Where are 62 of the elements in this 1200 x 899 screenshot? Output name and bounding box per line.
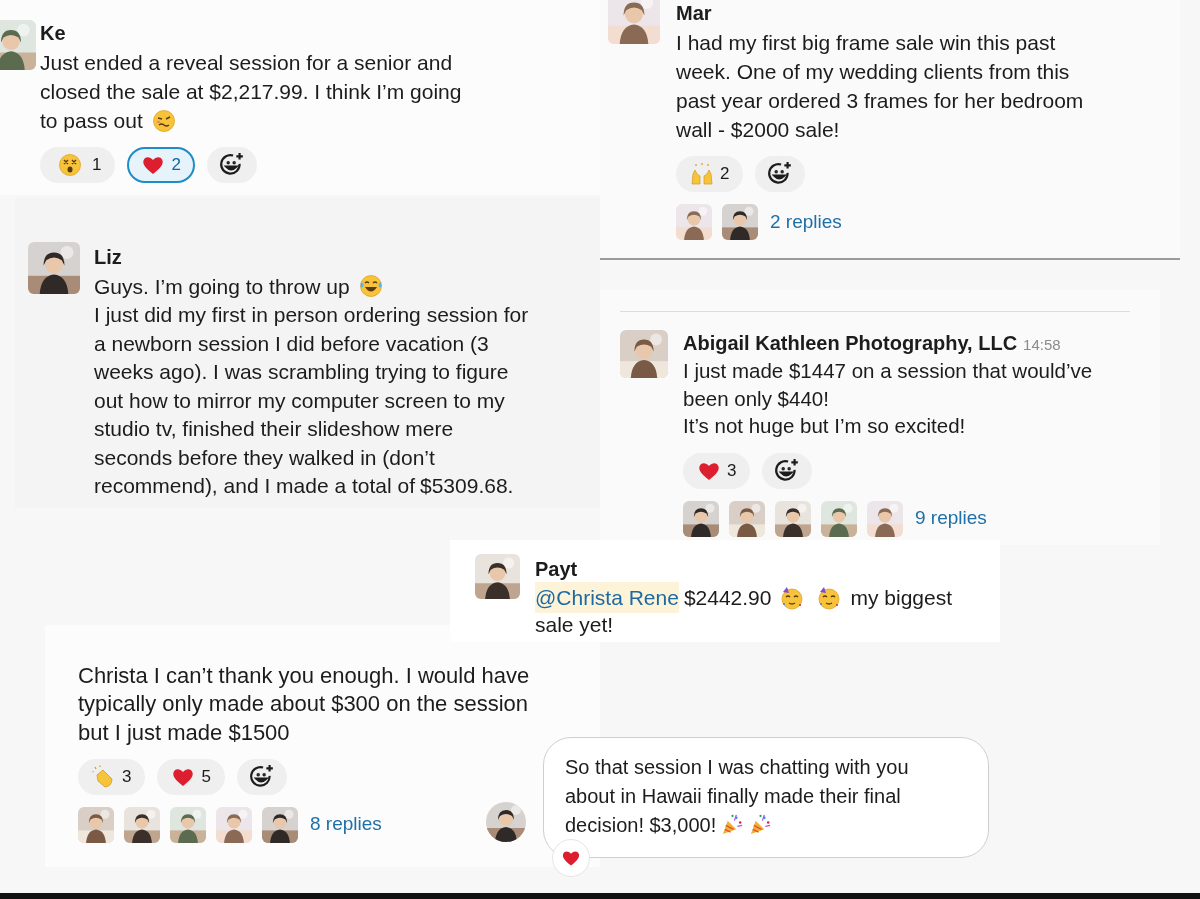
message-text: my biggest (850, 584, 952, 611)
add-reaction-icon (248, 763, 275, 790)
message-text: to pass out (40, 107, 143, 134)
message-text: $5309.68. (420, 470, 514, 508)
add-reaction-button[interactable] (755, 156, 806, 192)
message-text: a newborn session I did before vacation (3 (94, 330, 489, 357)
raised-hands-icon (690, 162, 714, 186)
message-text: $2442.90 (683, 584, 772, 611)
replies-link[interactable]: 2 replies (770, 207, 842, 237)
message-text: about in Hawaii finally made their final (565, 783, 901, 809)
message-time: 14:58 (1023, 335, 1061, 355)
reaction-button[interactable]: 3 (78, 758, 146, 795)
party-popper-icon (749, 813, 773, 836)
message-text: weeks ago). I was scrambling trying to figure (94, 359, 509, 385)
replies-link[interactable]: 9 replies (915, 504, 987, 533)
replies-link[interactable]: 8 replies (310, 810, 382, 839)
party-face-icon (817, 585, 842, 610)
message-text: I had my first big frame sale win this past (676, 29, 1056, 56)
message-text: So that session I was chatting with you (565, 754, 909, 780)
add-reaction-icon (767, 161, 794, 187)
message-text: seconds before they walked in (don’t (94, 444, 435, 471)
add-reaction-button[interactable] (236, 758, 287, 795)
message-text: been only $440! (683, 385, 829, 412)
author-name[interactable]: Ke (40, 18, 66, 48)
message-text: past year ordered 3 frames for her bedroom (676, 87, 1084, 114)
message-text: closed the sale at $2,217.99. I think I’m going (40, 78, 462, 105)
party-popper-icon (721, 813, 745, 836)
message-text: studio tv, finished their slideshow mere (94, 416, 454, 442)
author-name[interactable]: Mar (676, 0, 712, 28)
message-text: Christa I can’t thank you enough. I would have (78, 661, 530, 690)
party-face-icon (780, 585, 805, 610)
add-reaction-icon (218, 152, 245, 178)
reaction-button[interactable]: 3 (683, 452, 751, 489)
message-text: week. One of my wedding clients from this (676, 58, 1070, 85)
reaction-button[interactable]: 2 (127, 147, 195, 183)
mention-link[interactable]: @Christa Rene (535, 581, 679, 614)
message-text: wall - $2000 sale! (676, 116, 840, 143)
add-reaction-icon (774, 457, 801, 484)
reaction-button[interactable] (552, 839, 590, 877)
message-text: decision! $3,000! (565, 812, 717, 838)
reaction-button[interactable]: 1 (40, 147, 116, 183)
message-text: out how to mirror my computer screen to my (94, 387, 505, 414)
woozy-face-icon (151, 108, 176, 133)
laughing-face-icon (358, 274, 383, 299)
reaction-button[interactable]: 5 (157, 758, 225, 795)
author-name[interactable]: Abigail Kathleen Photography, LLC (683, 328, 1018, 358)
add-reaction-button[interactable] (762, 452, 813, 489)
message-text: I just did my first in person ordering session for (94, 302, 529, 328)
message-text: I just made $1447 on a session that would’ve (683, 358, 1093, 385)
clapping-hands-icon (92, 764, 116, 789)
author-name[interactable]: Payt (535, 554, 578, 584)
add-reaction-button[interactable] (206, 147, 257, 183)
message-text: It’s not huge but I’m so excited! (683, 413, 966, 440)
message-text: sale yet! (535, 611, 614, 638)
dizzy-face-icon (58, 153, 82, 177)
author-name[interactable]: Liz (94, 242, 122, 272)
message-text: but I just made $1500 (78, 718, 290, 747)
message-text: Just ended a reveal session for a senior and (40, 49, 453, 76)
reaction-button[interactable]: 2 (676, 156, 744, 192)
message-text: typically only made about $300 on the session (78, 690, 529, 719)
message-text: Guys. I’m going to throw up (94, 273, 350, 300)
message-text: recommend), and I made a total of (94, 473, 415, 499)
